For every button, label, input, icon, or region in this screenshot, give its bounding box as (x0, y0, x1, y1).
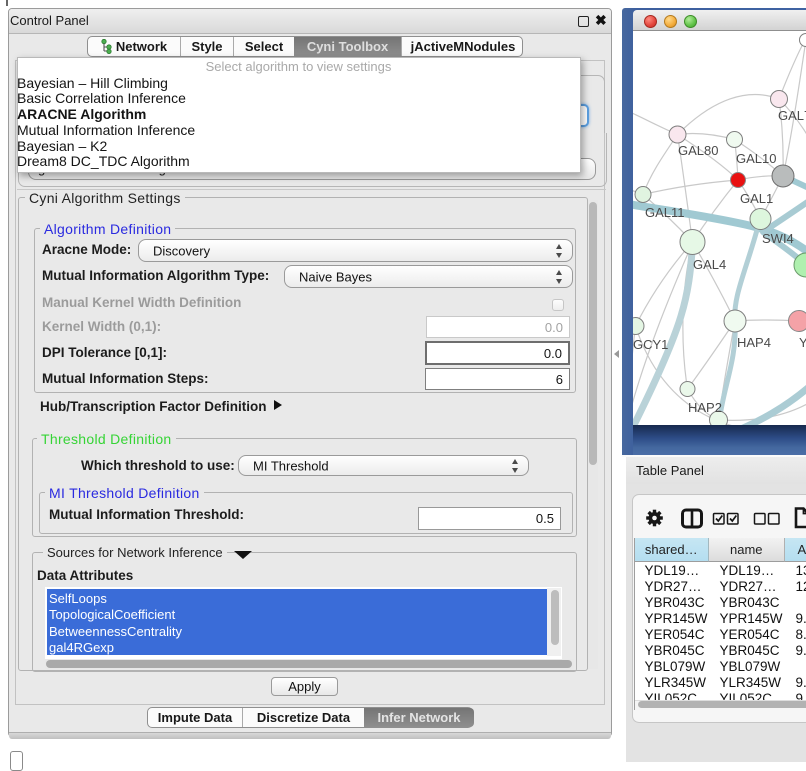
svg-text:GAL1: GAL1 (740, 191, 773, 206)
svg-text:GAL4: GAL4 (693, 257, 726, 272)
svg-text:YD: YD (799, 335, 806, 350)
svg-text:GAL80: GAL80 (678, 143, 718, 158)
svg-text:HAP2: HAP2 (688, 400, 722, 415)
svg-text:GCY1: GCY1 (633, 337, 668, 352)
svg-text:HAP4: HAP4 (737, 335, 771, 350)
svg-text:GAL10: GAL10 (736, 151, 776, 166)
svg-text:GAL7: GAL7 (778, 108, 806, 123)
svg-text:SWI4: SWI4 (762, 231, 794, 246)
svg-text:GAL11: GAL11 (645, 205, 685, 220)
